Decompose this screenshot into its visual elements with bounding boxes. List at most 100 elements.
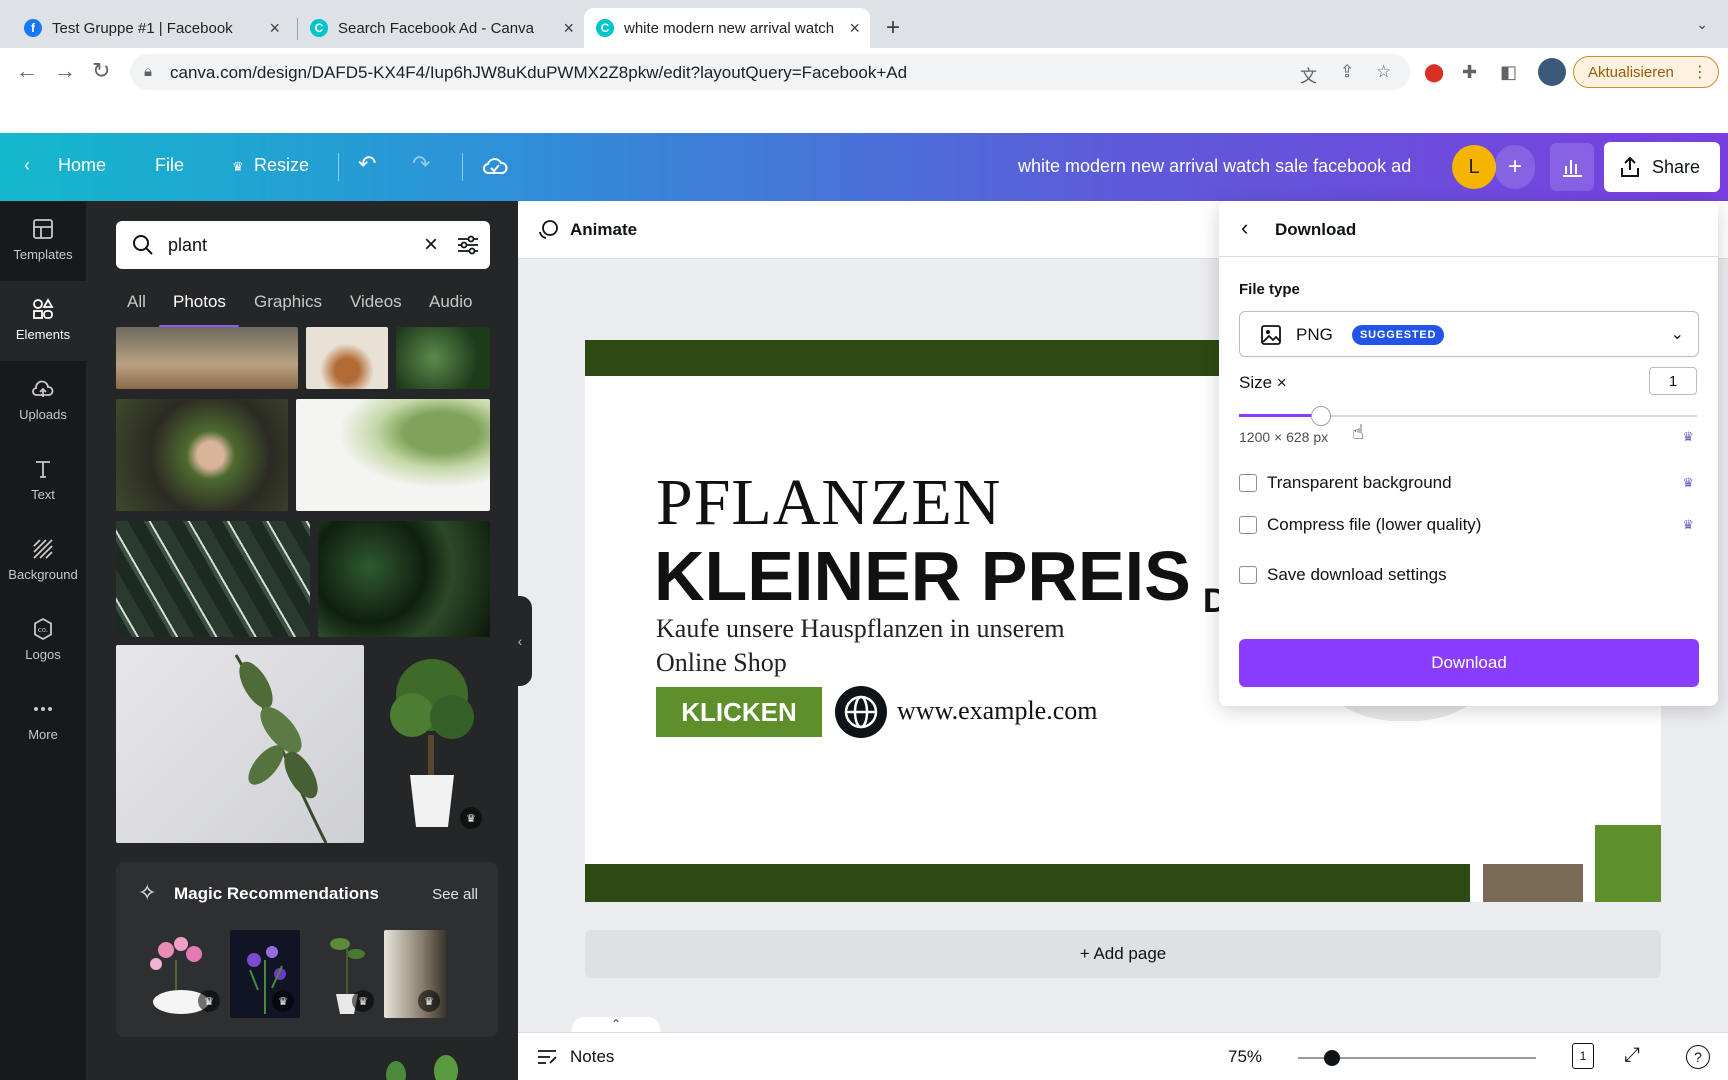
- rail-item-background[interactable]: Background: [0, 521, 86, 601]
- close-icon[interactable]: ×: [563, 18, 574, 39]
- profile-avatar[interactable]: [1538, 58, 1566, 86]
- update-button[interactable]: Aktualisieren ⋮: [1573, 56, 1719, 88]
- rail-item-uploads[interactable]: Uploads: [0, 361, 86, 441]
- collapse-panel-handle[interactable]: ‹: [508, 596, 532, 686]
- resize-button[interactable]: Resize: [254, 155, 309, 176]
- headline-kleiner-preis[interactable]: KLEINER PREIS: [654, 536, 1191, 616]
- chevron-down-icon[interactable]: ⌄: [1696, 16, 1708, 33]
- magic-title: Magic Recommendations: [174, 884, 379, 903]
- tab-audio[interactable]: Audio: [429, 292, 472, 312]
- star-icon[interactable]: ☆: [1376, 62, 1391, 82]
- bottom-green-block: [1595, 825, 1661, 902]
- insights-button[interactable]: [1550, 143, 1594, 191]
- photo-thumbnail[interactable]: [396, 327, 490, 389]
- share-page-icon[interactable]: ⇪: [1340, 62, 1354, 82]
- browser-tab-canva-design[interactable]: C white modern new arrival watch sale fa…: [584, 8, 870, 48]
- document-title[interactable]: white modern new arrival watch sale face…: [1018, 156, 1411, 177]
- new-tab-icon[interactable]: +: [886, 14, 900, 42]
- tab-videos[interactable]: Videos: [350, 292, 402, 312]
- opera-extension-icon[interactable]: ⬤: [1424, 62, 1444, 83]
- subline-2[interactable]: Online Shop: [656, 648, 787, 678]
- kebab-menu-icon[interactable]: ⋮: [1692, 62, 1708, 82]
- headline-pflanzen[interactable]: PFLANZEN: [656, 465, 1001, 541]
- compress-file-checkbox[interactable]: [1239, 516, 1257, 534]
- see-all-link[interactable]: See all: [432, 886, 478, 903]
- share-button[interactable]: Share: [1604, 142, 1720, 192]
- transparent-background-option[interactable]: Transparent background: [1239, 471, 1452, 495]
- close-icon[interactable]: ×: [849, 18, 860, 39]
- photo-thumbnail[interactable]: [296, 399, 490, 511]
- page-count-button[interactable]: 1: [1572, 1043, 1594, 1069]
- close-icon[interactable]: ×: [269, 18, 280, 39]
- zoom-slider-knob[interactable]: [1324, 1050, 1340, 1066]
- chevron-left-icon[interactable]: ‹: [24, 155, 30, 176]
- undo-icon[interactable]: ↶: [358, 151, 376, 177]
- option-label: Transparent background: [1267, 473, 1452, 492]
- user-avatar[interactable]: L: [1452, 145, 1496, 189]
- photo-thumbnail[interactable]: [116, 327, 298, 389]
- plus-icon: +: [1507, 153, 1522, 180]
- rail-item-elements[interactable]: Elements: [0, 281, 86, 361]
- rail-item-text[interactable]: Text: [0, 441, 86, 521]
- size-slider-fill: [1239, 414, 1322, 417]
- rail-item-templates[interactable]: Templates: [0, 201, 86, 281]
- chevron-left-icon: ‹: [517, 633, 523, 649]
- zoom-level[interactable]: 75%: [1228, 1047, 1262, 1067]
- recommendation-thumbnail[interactable]: ♛: [384, 930, 446, 1018]
- recommendation-thumbnail[interactable]: ♛: [136, 930, 226, 1018]
- browser-tab-canva-search[interactable]: C Search Facebook Ad - Canva ×: [298, 8, 584, 48]
- clear-icon[interactable]: ×: [424, 231, 438, 259]
- save-settings-checkbox[interactable]: [1239, 566, 1257, 584]
- notes-button[interactable]: Notes: [570, 1047, 614, 1067]
- screen: f Test Gruppe #1 | Facebook × C Search F…: [0, 0, 1728, 1080]
- invite-button[interactable]: +: [1495, 145, 1535, 189]
- cta-button[interactable]: KLICKEN: [656, 687, 822, 737]
- puzzle-icon[interactable]: ✚: [1462, 62, 1477, 83]
- reload-icon[interactable]: ↻: [92, 58, 110, 84]
- subline-1[interactable]: Kaufe unsere Hauspflanzen in unserem: [656, 614, 1065, 644]
- recommendation-thumbnail[interactable]: ♛: [230, 930, 300, 1018]
- sidebar-icon[interactable]: ◧: [1500, 62, 1517, 83]
- photo-thumbnail[interactable]: [116, 645, 364, 843]
- photo-thumbnail[interactable]: [306, 327, 388, 389]
- url-field[interactable]: 🔒︎ canva.com/design/DAFD5-KX4F4/Iup6hJW8…: [130, 54, 1410, 90]
- size-slider-knob[interactable]: [1311, 406, 1332, 426]
- compress-file-option[interactable]: Compress file (lower quality): [1239, 513, 1481, 537]
- home-button[interactable]: Home: [58, 155, 106, 176]
- forward-arrow-icon[interactable]: →: [54, 58, 76, 84]
- animate-button[interactable]: Animate: [570, 220, 637, 240]
- size-input[interactable]: 1: [1649, 367, 1697, 395]
- animate-icon[interactable]: [536, 218, 560, 242]
- help-icon[interactable]: ?: [1686, 1045, 1710, 1069]
- redo-icon[interactable]: ↷: [412, 151, 430, 177]
- file-button[interactable]: File: [155, 155, 184, 176]
- photo-thumbnail[interactable]: ♛: [372, 645, 490, 843]
- back-chevron-icon[interactable]: ‹: [1241, 215, 1248, 241]
- photo-thumbnail[interactable]: [116, 521, 310, 637]
- browser-tab-facebook[interactable]: f Test Gruppe #1 | Facebook ×: [12, 8, 290, 48]
- dimensions-text: 1200 × 628 px: [1239, 429, 1329, 445]
- website-text[interactable]: www.example.com: [897, 696, 1097, 726]
- back-arrow-icon[interactable]: ←: [16, 58, 38, 84]
- tab-all[interactable]: All: [127, 292, 146, 312]
- photo-thumbnail[interactable]: [116, 399, 288, 511]
- option-label: Save download settings: [1267, 565, 1447, 584]
- translate-icon[interactable]: 文: [1300, 62, 1317, 87]
- rail-item-logos[interactable]: co. Logos: [0, 601, 86, 681]
- fullscreen-icon[interactable]: ⤢: [1624, 1044, 1640, 1067]
- download-button[interactable]: Download: [1239, 639, 1699, 687]
- recommendation-thumbnail[interactable]: ♛: [312, 930, 382, 1018]
- search-input[interactable]: plant ×: [116, 221, 490, 269]
- tab-graphics[interactable]: Graphics: [254, 292, 322, 312]
- filter-icon[interactable]: [456, 234, 480, 256]
- file-type-select[interactable]: PNG SUGGESTED ⌄: [1239, 311, 1699, 357]
- save-settings-option[interactable]: Save download settings: [1239, 563, 1447, 587]
- transparent-background-checkbox[interactable]: [1239, 474, 1257, 492]
- tab-photos[interactable]: Photos: [173, 292, 226, 312]
- rail-item-more[interactable]: More: [0, 681, 86, 761]
- file-type-value: PNG: [1296, 325, 1333, 344]
- download-panel: ‹ Download File type PNG SUGGESTED ⌄ Siz…: [1219, 201, 1718, 706]
- add-page-button[interactable]: + Add page: [585, 930, 1661, 978]
- photo-thumbnail[interactable]: [318, 521, 490, 637]
- cloud-saved-icon[interactable]: [482, 155, 508, 182]
